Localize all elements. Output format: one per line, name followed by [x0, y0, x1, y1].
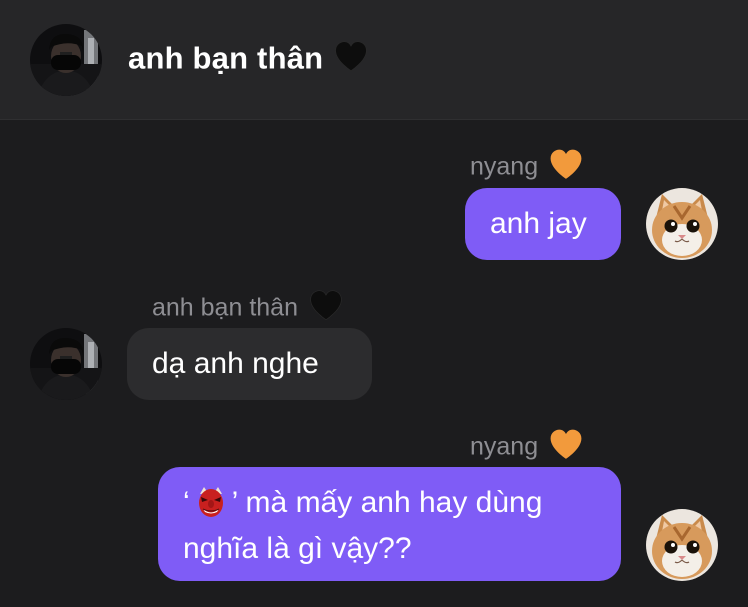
- orange-heart-icon: [548, 428, 584, 468]
- cat-avatar[interactable]: [646, 188, 718, 260]
- message-bubble[interactable]: anh jay: [465, 188, 621, 260]
- message-sender: nyang: [470, 148, 584, 188]
- message-bubble[interactable]: ‘ ’ mà mấy anh hay dùng nghĩa là gì vậy??: [158, 467, 621, 581]
- message-text: nghĩa là gì vậy??: [183, 532, 412, 565]
- black-heart-icon: [308, 289, 344, 329]
- chat-title[interactable]: anh bạn thân: [128, 40, 369, 81]
- quote-open: ‘: [183, 486, 190, 519]
- message-bubble[interactable]: dạ anh nghe: [127, 328, 372, 400]
- sender-name: nyang: [470, 432, 539, 461]
- friend-avatar[interactable]: [30, 328, 102, 400]
- message-text: dạ anh nghe: [152, 347, 319, 380]
- chat-header: anh bạn thân: [0, 0, 748, 120]
- message-sender: anh bạn thân: [152, 289, 344, 329]
- message-sender: nyang: [470, 428, 584, 468]
- message-line-2: nghĩa là gì vậy??: [183, 529, 621, 569]
- goblin-icon: [194, 484, 228, 529]
- message-line-1: ‘ ’ mà mấy anh hay dùng: [183, 483, 621, 529]
- message-text: anh jay: [490, 207, 587, 240]
- cat-avatar[interactable]: [646, 509, 718, 581]
- friend-avatar[interactable]: [30, 24, 102, 96]
- sender-name: anh bạn thân: [152, 293, 298, 322]
- sender-name: nyang: [470, 152, 539, 181]
- black-heart-icon: [333, 40, 369, 81]
- chat-title-text: anh bạn thân: [128, 40, 324, 76]
- orange-heart-icon: [548, 148, 584, 188]
- message-text: ’ mà mấy anh hay dùng: [231, 486, 543, 519]
